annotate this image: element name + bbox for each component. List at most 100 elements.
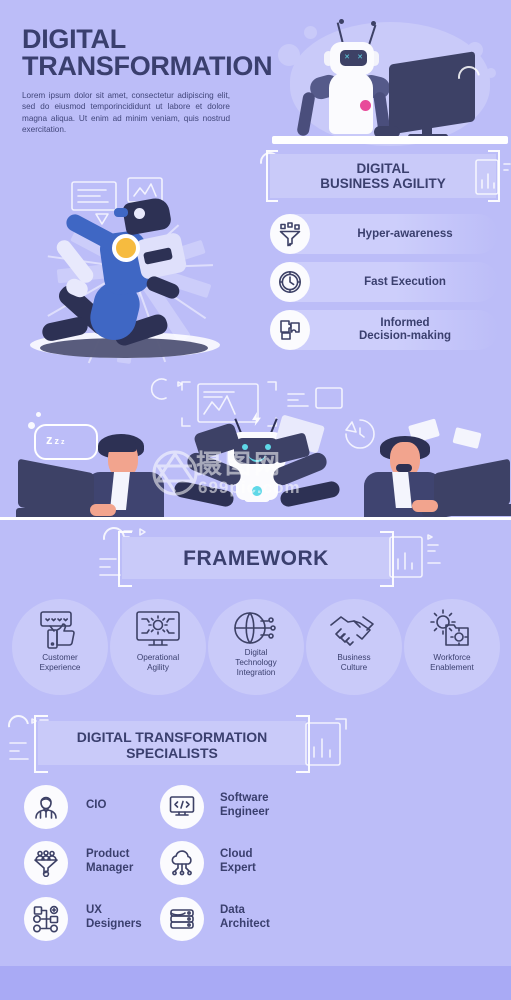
running-robot-illustration [6,172,256,368]
specialist-label: UX Designers [86,904,142,931]
hand [90,504,116,516]
label-line2: Designers [86,917,142,930]
framework-section: FRAMEWORK Customer Experience Operationa… [0,521,511,713]
bottom-bar [0,966,511,1000]
zzz-text: zzz [46,432,67,447]
label-line1: Business [337,653,371,662]
framework-banner-title: FRAMEWORK [183,547,329,570]
label-line1: Data [220,904,245,916]
label-line1: Digital [244,648,268,657]
label-line1: Operational [136,653,180,662]
label-line1: Workforce [433,653,471,662]
monitor-gear-icon [132,609,184,651]
code-monitor-icon [160,785,204,829]
specialists-banner-line2: SPECIALISTS [126,745,218,761]
multi-arm-robot [168,410,344,518]
robot-eye-right [265,444,271,450]
desk-surface [272,136,508,144]
businessman-icon [24,785,68,829]
team-funnel-icon [24,841,68,885]
bubble-dot [28,422,35,429]
specialist-label: Data Architect [220,904,270,931]
gear-folder-icon [426,609,478,651]
robot-eye [134,208,145,219]
robot-at-computer-illustration: ✕ ✕ [272,14,508,162]
globe-circuit-icon [230,609,282,651]
cloud-circuit-icon [160,841,204,885]
sleepy-worker: zzz [16,412,182,518]
label-line2: Engineer [220,805,270,818]
hero-description: Lorem ipsum dolor sit amet, consectetur … [22,91,230,135]
clock-icon [270,262,310,302]
robot-arm [278,479,342,509]
agility-item-informed-decision-making[interactable]: Informed Decision-making [270,310,498,350]
thumbs-up-rating-icon [34,609,86,651]
stressed-worker [338,412,511,518]
agility-banner-line1: DIGITAL [356,161,410,176]
agility-item-label-line2: Decision-making [358,330,452,342]
deco-dot [278,44,300,66]
hero-section: DIGITAL TRANSFORMATION Lorem ipsum dolor… [0,0,511,160]
agility-item-hyper-awareness[interactable]: Hyper-awareness [270,214,498,254]
label-line1: Product [86,848,130,860]
handshake-icon [328,609,380,651]
robot-chest-core [112,234,140,262]
label-line2: Manager [86,861,134,874]
label-line3: Integration [236,668,276,677]
robot-eye-left [242,444,248,450]
funnel-icon [270,214,310,254]
label-line2: Architect [220,917,270,930]
infographic-page: DIGITAL TRANSFORMATION Lorem ipsum dolor… [0,0,511,1000]
hand [412,500,438,512]
label-line2: Expert [220,861,256,874]
label-line2: Culture [340,663,368,672]
framework-item-label: Customer Experience [12,653,108,673]
framework-item-label: Workforce Enablement [404,653,500,673]
framework-item-label: Operational Agility [110,653,206,673]
label-line2: Enablement [430,663,474,672]
label-line1: Customer [42,653,78,662]
agility-banner-title: DIGITAL BUSINESS AGILITY [258,161,508,191]
specialist-label: Product Manager [86,848,133,875]
agility-item-fast-execution[interactable]: Fast Execution [270,262,498,302]
office-band-illustration: zzz 摄图网 699pic.com [0,372,511,518]
specialists-banner-line1: DIGITAL TRANSFORMATION [76,729,268,745]
crescent-deco-icon [3,710,34,741]
label-line1: Software [220,792,269,804]
robot-eye-right: ✕ [357,54,363,61]
robot-core-light [252,486,262,496]
antenna-tip [371,21,376,26]
framework-item-label: Business Culture [306,653,402,673]
open-mouth [396,464,412,472]
robot-eye-left: ✕ [344,54,350,61]
robot-arm [172,479,236,509]
label-line1: UX [86,904,102,916]
agility-item-label: Informed Decision-making [320,310,490,350]
lightning-icon [252,412,261,426]
deco-dot [486,68,496,78]
page-title-line1: DIGITAL [22,24,126,54]
robot-chest-light [358,98,373,113]
page-title-line2: TRANSFORMATION [22,51,273,81]
agility-banner-line2: BUSINESS AGILITY [320,176,446,191]
monitor-screen [389,51,475,135]
hair-front [100,436,136,452]
page-title: DIGITAL TRANSFORMATION [22,24,273,81]
specialist-label: Cloud Expert [220,848,256,875]
specialists-banner-title: DIGITAL TRANSFORMATION SPECIALISTS [38,729,306,761]
specialists-section: DIGITAL TRANSFORMATION SPECIALISTS CIO P… [0,710,511,1000]
robot-jaw [114,208,128,217]
label-line2: Technology [235,658,277,667]
section-divider [0,517,511,520]
specialist-label: Software Engineer [220,792,269,819]
specialist-label: CIO [86,799,106,813]
agility-section: DIGITAL BUSINESS AGILITY Hyper-awareness [256,148,511,366]
agility-item-label: Fast Execution [364,275,446,288]
agility-item-label: Hyper-awareness [357,227,453,240]
label-line1: CIO [86,799,107,811]
bubble-dot [36,412,41,417]
database-server-icon [160,897,204,941]
framework-item-label: Digital Technology Integration [208,648,304,678]
puzzle-icon [270,310,310,350]
antenna-tip [339,19,344,24]
